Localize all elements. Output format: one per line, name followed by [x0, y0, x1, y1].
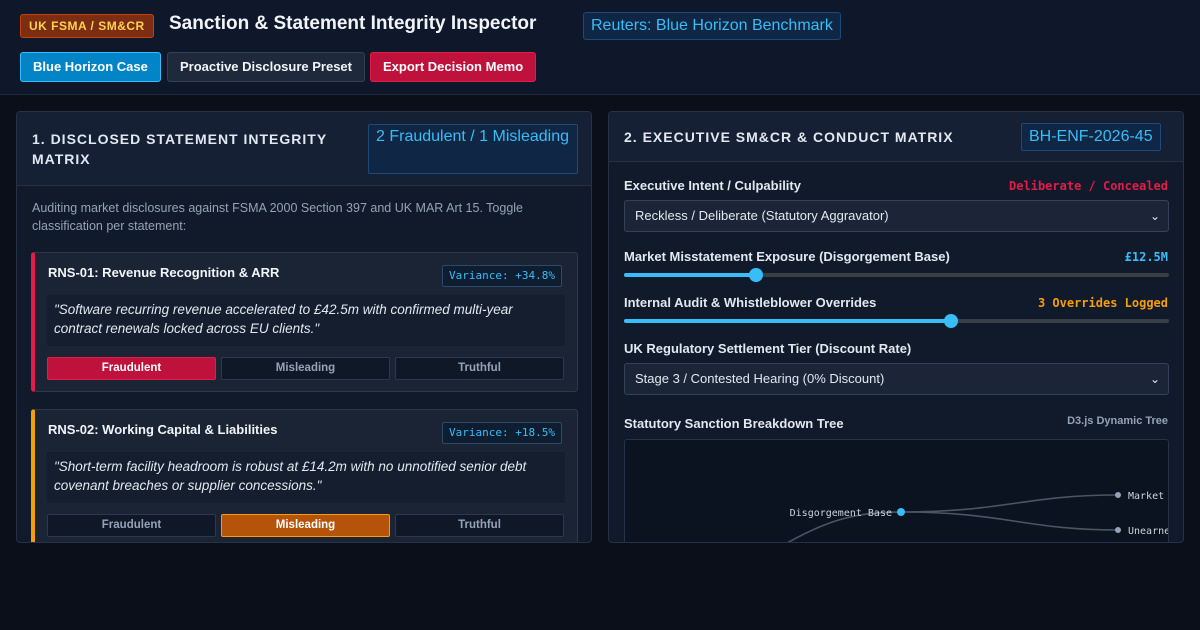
tree-node[interactable]	[897, 508, 905, 516]
chevron-down-icon: ⌄	[1149, 372, 1160, 386]
intent-value: Deliberate / Concealed	[1009, 179, 1168, 193]
truthful-toggle[interactable]: Truthful	[395, 514, 564, 537]
tree-label: Statutory Sanction Breakdown Tree	[624, 416, 844, 431]
reference-badge: Reuters: Blue Horizon Benchmark	[583, 12, 841, 40]
misleading-toggle[interactable]: Misleading	[221, 514, 390, 537]
panel-header: 1. DISCLOSED STATEMENT INTEGRITY MATRIX …	[17, 112, 591, 186]
fraudulent-toggle[interactable]: Fraudulent	[47, 357, 216, 380]
panel-title: 2. EXECUTIVE SM&CR & CONDUCT MATRIX	[624, 129, 954, 145]
statement-integrity-panel: 1. DISCLOSED STATEMENT INTEGRITY MATRIX …	[16, 111, 592, 543]
exposure-slider[interactable]	[624, 268, 1169, 282]
preset-button[interactable]: Proactive Disclosure Preset	[167, 52, 365, 82]
case-button[interactable]: Blue Horizon Case	[20, 52, 161, 82]
overrides-value: 3 Overrides Logged	[1037, 296, 1168, 310]
statement-quote: "Short-term facility headroom is robust …	[47, 452, 565, 503]
misleading-toggle[interactable]: Misleading	[221, 357, 390, 380]
slider-fill	[624, 273, 757, 277]
tree-link	[900, 511, 1119, 531]
slider-thumb[interactable]	[749, 268, 764, 282]
settlement-select-value: Stage 3 / Contested Hearing (0% Discount…	[635, 371, 885, 386]
conduct-matrix-panel: 2. EXECUTIVE SM&CR & CONDUCT MATRIX BH-E…	[608, 111, 1184, 543]
truthful-toggle[interactable]: Truthful	[395, 357, 564, 380]
fraudulent-toggle[interactable]: Fraudulent	[47, 514, 216, 537]
tree-node-label: Unearned I	[1128, 526, 1169, 537]
panel-header: 2. EXECUTIVE SM&CR & CONDUCT MATRIX BH-E…	[609, 112, 1183, 162]
intent-label: Executive Intent / Culpability	[624, 178, 801, 193]
export-memo-button[interactable]: Export Decision Memo	[370, 52, 537, 82]
statement-card: RNS-01: Revenue Recognition & ARR Varian…	[31, 252, 578, 392]
statement-quote: "Software recurring revenue accelerated …	[47, 295, 565, 346]
settlement-select[interactable]: Stage 3 / Contested Hearing (0% Discount…	[624, 363, 1169, 395]
exposure-value: £12.5M	[1124, 250, 1168, 264]
tree-node[interactable]	[1115, 492, 1121, 498]
tree-node-label: Market Val	[1128, 491, 1169, 502]
intent-select-value: Reckless / Deliberate (Statutory Aggrava…	[635, 208, 889, 223]
statement-title: RNS-01: Revenue Recognition & ARR	[48, 265, 280, 280]
exposure-label: Market Misstatement Exposure (Disgorgeme…	[624, 249, 950, 264]
sanction-tree: Disgorgement Base Market Val Unearned I	[624, 439, 1169, 542]
panel-title: 1. DISCLOSED STATEMENT INTEGRITY MATRIX	[32, 131, 327, 167]
tree-link	[900, 494, 1119, 513]
intent-select[interactable]: Reckless / Deliberate (Statutory Aggrava…	[624, 200, 1169, 232]
slider-fill	[624, 319, 951, 323]
overrides-slider[interactable]	[624, 314, 1169, 328]
panel-intro: Auditing market disclosures against FSMA…	[32, 201, 524, 233]
slider-thumb[interactable]	[944, 314, 958, 328]
tree-node[interactable]	[1115, 527, 1121, 533]
tree-tag: D3.js Dynamic Tree	[1067, 415, 1168, 427]
variance-badge: Variance: +34.8%	[442, 265, 562, 287]
tree-node-label: Disgorgement Base	[790, 508, 892, 519]
jurisdiction-tag: UK FSMA / SM&CR	[20, 14, 154, 38]
settlement-label: UK Regulatory Settlement Tier (Discount …	[624, 341, 912, 356]
variance-badge: Variance: +18.5%	[442, 422, 562, 444]
chevron-down-icon: ⌄	[1149, 209, 1160, 223]
app-title: Sanction & Statement Integrity Inspector	[169, 13, 537, 34]
statement-card: RNS-02: Working Capital & Liabilities Va…	[31, 409, 578, 542]
classification-count-badge: 2 Fraudulent / 1 Misleading	[368, 124, 578, 174]
overrides-label: Internal Audit & Whistleblower Overrides	[624, 295, 877, 310]
statement-title: RNS-02: Working Capital & Liabilities	[48, 422, 278, 437]
sanction-tree-svg: Disgorgement Base Market Val Unearned I	[787, 491, 1169, 542]
case-id-badge: BH-ENF-2026-45	[1021, 123, 1161, 151]
top-bar: UK FSMA / SM&CR Sanction & Statement Int…	[0, 0, 1200, 95]
